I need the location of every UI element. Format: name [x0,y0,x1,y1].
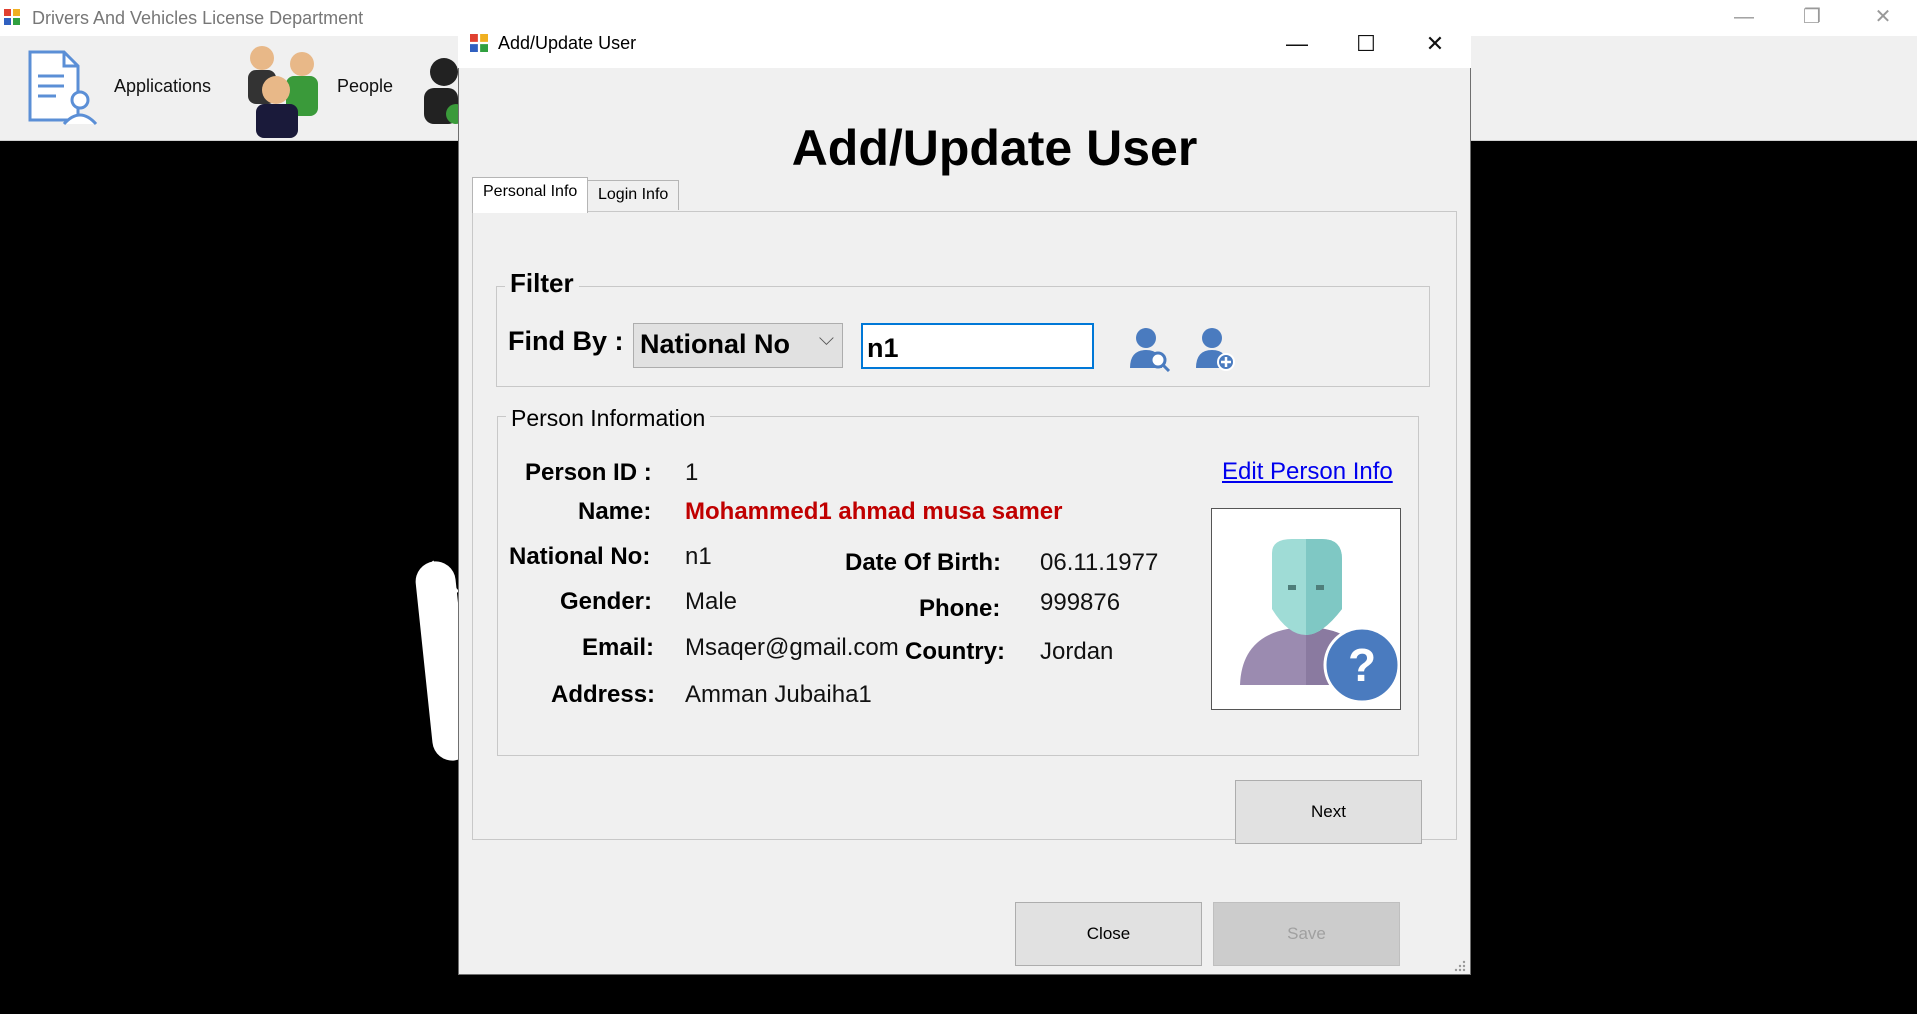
toolbar-item-people[interactable]: People [236,36,406,140]
applications-icon [28,50,98,126]
page-title: Add/Update User [791,120,1198,176]
date-of-birth-value: 06.11.1977 [1040,549,1159,576]
country-value: Jordan [1040,638,1114,665]
close-button[interactable]: Close [1015,902,1202,966]
svg-text:?: ? [1348,639,1376,691]
dialog-close-button[interactable]: ✕ [1401,21,1469,68]
person-id-value: 1 [685,459,699,486]
toolbar-label-applications: Applications [114,76,212,96]
date-of-birth-label: Date Of Birth: [845,549,1001,576]
dialog-app-icon [470,34,488,52]
national-no-value: n1 [685,543,712,570]
country-label: Country: [905,638,1005,665]
toolbar-item-applications[interactable]: Applications [20,36,220,140]
tab-login-info[interactable]: Login Info [587,180,680,210]
gender-value: Male [685,588,738,615]
dialog-titlebar: Add/Update User — ☐ ✕ [458,21,1471,68]
find-by-select[interactable]: National No ⌵ [633,323,843,368]
unknown-person-icon: ? [1240,539,1401,704]
add-person-icon[interactable] [1194,324,1238,372]
dialog-maximize-button[interactable]: ☐ [1332,21,1400,68]
email-value: Msaqer@gmail.com [685,634,899,661]
find-by-label: Find By : [508,326,624,356]
phone-label: Phone: [919,595,1001,622]
person-photo: ? [1211,508,1401,710]
filter-group-title: Filter [505,268,579,299]
tab-personal-info[interactable]: Personal Info [472,177,589,213]
dialog-minimize-button[interactable]: — [1263,21,1331,68]
save-button[interactable]: Save [1213,902,1400,966]
dialog-title: Add/Update User [498,33,637,53]
people-icon [248,46,318,138]
chevron-down-icon: ⌵ [818,328,834,350]
users-icon[interactable] [414,54,458,124]
person-id-label: Person ID : [525,459,652,486]
phone-value: 999876 [1040,589,1121,616]
main-minimize-button[interactable]: — [1710,0,1778,36]
name-value: Mohammed1 ahmad musa samer [685,498,1063,525]
next-button[interactable]: Next [1235,780,1422,844]
email-label: Email: [582,634,655,661]
toolbar-label-people: People [337,76,394,96]
person-info-group-title: Person Information [506,405,711,432]
main-close-button[interactable]: ✕ [1849,0,1917,36]
gender-label: Gender: [560,588,653,615]
find-by-selected-value: National No [640,329,791,359]
address-label: Address: [551,681,656,708]
edit-person-info-link[interactable]: Edit Person Info [1222,458,1393,486]
resize-grip-icon[interactable] [1452,958,1466,972]
national-no-label: National No: [509,543,651,570]
search-input[interactable] [861,323,1094,369]
app-icon [4,9,20,25]
find-person-icon[interactable] [1128,324,1172,372]
name-label: Name: [578,498,652,525]
main-window-title: Drivers And Vehicles License Department [32,8,364,28]
main-restore-button[interactable]: ❐ [1778,0,1846,36]
address-value: Amman Jubaiha1 [685,681,872,708]
